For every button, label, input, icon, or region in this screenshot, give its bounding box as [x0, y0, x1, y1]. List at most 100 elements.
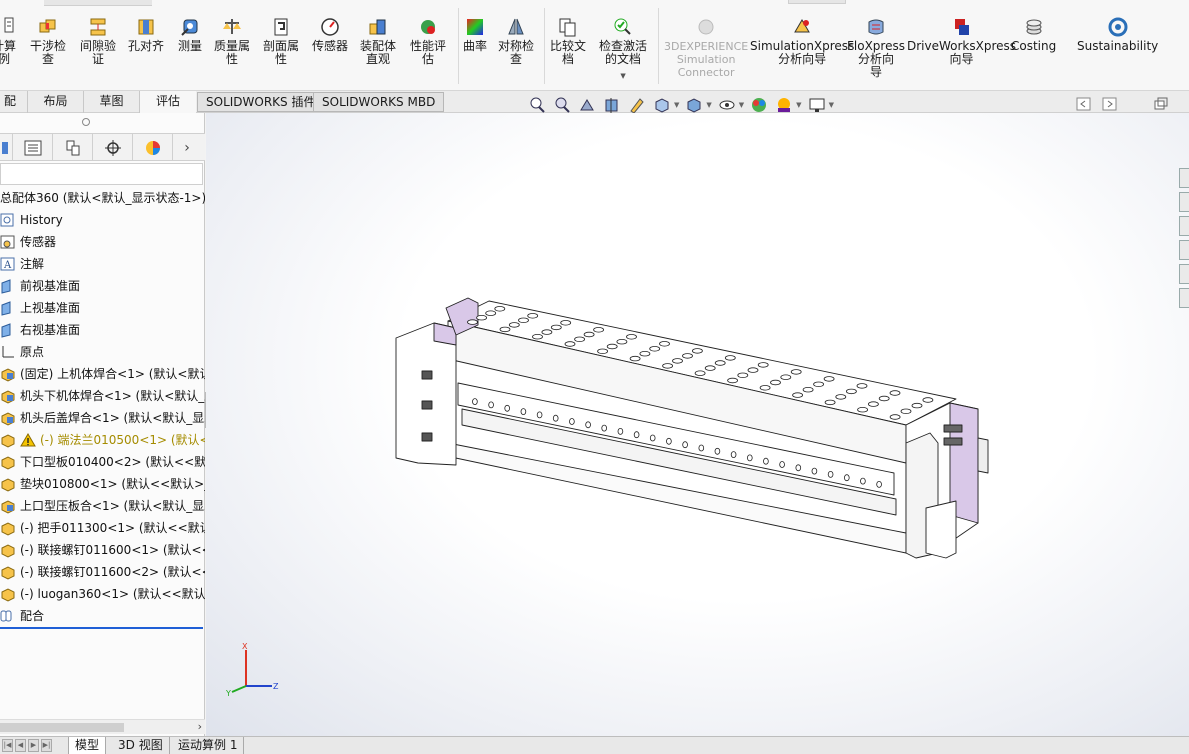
chevron-down-icon[interactable]: ▼ — [829, 101, 834, 109]
tab-layout[interactable]: 布局 — [28, 91, 84, 113]
tree-root-assembly[interactable]: 总配体360 (默认<默认_显示状态-1>) — [0, 187, 205, 209]
tab-model[interactable]: 模型 — [68, 737, 107, 754]
tab-assembly[interactable]: 配体 — [0, 91, 28, 129]
zoom-area-icon[interactable] — [553, 96, 571, 114]
display-style-icon[interactable] — [685, 96, 703, 114]
tree-item[interactable]: A 注解 — [0, 253, 205, 275]
task-pane-tabs — [1179, 168, 1189, 313]
tree-item[interactable]: (-) 端法兰010500<1> (默认< — [0, 429, 205, 451]
scrollbar-thumb[interactable] — [0, 723, 124, 732]
task-pane-library-icon[interactable] — [1179, 216, 1189, 236]
model-hole — [792, 392, 803, 398]
panel-tabs-more-icon[interactable]: › — [173, 134, 201, 161]
orientation-triad[interactable]: X Z Y — [224, 638, 284, 698]
last-tab-icon[interactable]: ▶| — [41, 739, 52, 752]
scroll-right-icon[interactable]: › — [198, 720, 202, 733]
tree-item[interactable]: 下口型板010400<2> (默认<<默认 — [0, 451, 205, 473]
section-view-icon[interactable] — [603, 96, 621, 114]
compare-documents-button[interactable]: 比较文 档 — [550, 16, 586, 66]
tree-item[interactable]: (-) 联接螺钉011600<2> (默认<< — [0, 561, 205, 583]
tree-item[interactable]: (固定) 上机体焊合<1> (默认<默认 — [0, 363, 205, 385]
floxpress-button[interactable]: FloXpress 分析向 导 — [847, 16, 905, 79]
calc-button[interactable]: 计算 例 — [0, 16, 16, 66]
chevron-down-icon[interactable]: ▼ — [706, 101, 711, 109]
tree-item[interactable]: 传感器 — [0, 231, 205, 253]
costing-button[interactable]: Costing — [1011, 16, 1056, 53]
clearance-verify-button[interactable]: 间隙验 证 — [80, 16, 116, 66]
mass-properties-button[interactable]: 质量属 性 — [214, 16, 250, 66]
curvature-button[interactable]: 曲率 — [463, 16, 487, 53]
tree-item[interactable]: 原点 — [0, 341, 205, 363]
sustainability-button[interactable]: Sustainability — [1077, 16, 1158, 53]
apply-scene-icon[interactable] — [775, 96, 793, 114]
edit-appearance-icon[interactable] — [750, 96, 768, 114]
view-settings-icon[interactable] — [808, 96, 826, 114]
task-pane-appearance-icon[interactable] — [1179, 264, 1189, 284]
prev-tab-icon[interactable]: ◀ — [15, 739, 26, 752]
tree-item[interactable]: History — [0, 209, 205, 231]
hole-align-button[interactable]: 孔对齐 — [128, 16, 164, 53]
next-tab-icon[interactable]: ▶ — [28, 739, 39, 752]
restore-window-icon[interactable] — [1153, 97, 1169, 111]
model-hole — [649, 346, 661, 352]
tree-item[interactable]: (-) 把手011300<1> (默认<<默认 — [0, 517, 205, 539]
tree-filter-input[interactable] — [0, 163, 203, 185]
tree-item[interactable]: (-) 联接螺钉011600<1> (默认<< — [0, 539, 205, 561]
tab-configuration-manager[interactable] — [53, 134, 93, 161]
previous-window-icon[interactable] — [1076, 97, 1092, 111]
assembly-model[interactable] — [206, 113, 1189, 736]
simulationxpress-button[interactable]: SimulationXpress 分析向导 — [750, 16, 854, 66]
chevron-down-icon[interactable]: ▼ — [674, 101, 679, 109]
symmetry-check-button[interactable]: 对称检 查 — [498, 16, 534, 66]
tab-solidworks-addins[interactable]: SOLIDWORKS 插件 — [197, 92, 325, 112]
3dexperience-connector-button[interactable]: 3DEXPERIENCE Simulation Connector — [664, 16, 748, 79]
performance-eval-button[interactable]: 性能评 估 — [410, 16, 446, 66]
section-properties-button[interactable]: 剖面属 性 — [263, 16, 299, 66]
tab-motion-study[interactable]: 运动算例 1 — [172, 737, 245, 754]
view-orientation-icon[interactable] — [653, 96, 671, 114]
check-active-document-button[interactable]: 检查激活 的文档 ▼ — [599, 16, 647, 83]
chevron-down-icon[interactable]: ▼ — [796, 101, 801, 109]
sensor-button[interactable]: 传感器 — [312, 16, 348, 53]
tree-item[interactable]: 前视基准面 — [0, 275, 205, 297]
tree-item[interactable]: 垫块010800<1> (默认<<默认>_显 — [0, 473, 205, 495]
tree-item[interactable]: 上视基准面 — [0, 297, 205, 319]
tab-dimxpert-manager[interactable] — [93, 134, 133, 161]
interference-check-button[interactable]: 干涉检 查 — [30, 16, 66, 66]
chevron-down-icon[interactable]: ▼ — [739, 101, 744, 109]
model-hole — [626, 334, 637, 340]
previous-view-icon[interactable] — [578, 96, 596, 114]
dropdown-arrow-icon[interactable]: ▼ — [620, 70, 625, 83]
graphics-area[interactable]: X Z Y — [206, 113, 1189, 736]
task-pane-resources-icon[interactable] — [1179, 192, 1189, 212]
panel-horizontal-scrollbar[interactable]: › — [0, 719, 205, 734]
measure-button[interactable]: 测量 — [178, 16, 202, 53]
tree-item[interactable]: 配合 — [0, 605, 205, 627]
tab-3d-view[interactable]: 3D 视图 — [112, 737, 170, 754]
tree-item[interactable]: 右视基准面 — [0, 319, 205, 341]
tab-sketch[interactable]: 草图 — [84, 91, 140, 113]
tab-property-manager[interactable] — [13, 134, 53, 161]
tab-feature-manager[interactable] — [0, 134, 13, 161]
tree-item[interactable]: 机头下机体焊合<1> (默认<默认_显 — [0, 385, 205, 407]
zoom-to-fit-icon[interactable] — [528, 96, 546, 114]
next-window-icon[interactable] — [1102, 97, 1118, 111]
driveworksxpress-button[interactable]: DriveWorksXpress 向导 — [907, 16, 1016, 66]
tree-rollback-bar[interactable] — [0, 627, 203, 629]
tree-item[interactable]: 机头后盖焊合<1> (默认<默认_显示 — [0, 407, 205, 429]
tab-evaluate[interactable]: 评估 — [140, 91, 196, 113]
panel-grip-handle[interactable] — [82, 118, 90, 126]
tree-item-label: 右视基准面 — [20, 323, 81, 337]
task-pane-home-icon[interactable] — [1179, 168, 1189, 188]
driveworks-icon — [954, 19, 969, 35]
assembly-visualization-button[interactable]: 装配体 直观 — [360, 16, 396, 66]
hide-show-items-icon[interactable] — [718, 96, 736, 114]
dynamic-annotation-icon[interactable] — [628, 96, 646, 114]
tab-solidworks-mbd[interactable]: SOLIDWORKS MBD — [313, 92, 445, 112]
tree-item[interactable]: (-) luogan360<1> (默认<<默认> — [0, 583, 205, 605]
task-pane-explorer-icon[interactable] — [1179, 240, 1189, 260]
tab-display-manager[interactable] — [133, 134, 173, 161]
task-pane-properties-icon[interactable] — [1179, 288, 1189, 308]
tree-item[interactable]: 上口型压板合<1> (默认<默认_显示 — [0, 495, 205, 517]
first-tab-icon[interactable]: |◀ — [2, 739, 13, 752]
